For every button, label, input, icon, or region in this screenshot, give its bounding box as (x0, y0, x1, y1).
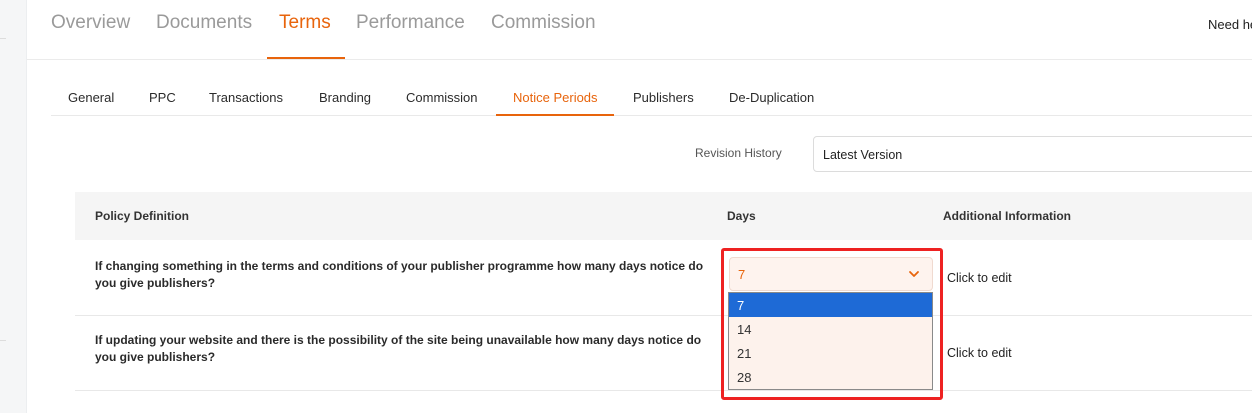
left-rail (0, 0, 26, 413)
top-tab-bar: Overview Documents Terms Performance Com… (27, 0, 1252, 60)
days-option-21[interactable]: 21 (729, 341, 932, 365)
subtab-general[interactable]: General (68, 90, 114, 105)
rail-divider (0, 340, 6, 341)
revision-history-select[interactable]: Latest Version (813, 136, 1252, 172)
active-tab-indicator (267, 57, 345, 59)
table-row: If updating your website and there is th… (75, 316, 1252, 391)
tab-overview[interactable]: Overview (51, 12, 130, 34)
subtab-transactions[interactable]: Transactions (209, 90, 283, 105)
days-option-28[interactable]: 28 (729, 365, 932, 389)
subtab-de-duplication[interactable]: De-Duplication (729, 90, 814, 105)
days-option-14[interactable]: 14 (729, 317, 932, 341)
subtab-commission[interactable]: Commission (406, 90, 478, 105)
tab-terms[interactable]: Terms (279, 12, 331, 34)
sub-tab-bar: General PPC Transactions Branding Commis… (51, 78, 1252, 116)
header-policy-definition: Policy Definition (95, 209, 190, 223)
revision-history-value: Latest Version (823, 148, 903, 162)
additional-info-edit[interactable]: Click to edit (947, 271, 1012, 285)
active-subtab-indicator (496, 114, 614, 116)
subtab-publishers[interactable]: Publishers (633, 90, 694, 105)
policy-question: If updating your website and there is th… (95, 333, 702, 364)
subtab-notice-periods[interactable]: Notice Periods (513, 90, 598, 105)
subtab-ppc[interactable]: PPC (149, 90, 176, 105)
policy-question: If changing something in the terms and c… (95, 259, 704, 290)
additional-info-edit[interactable]: Click to edit (947, 346, 1012, 360)
need-help-link[interactable]: Need he (1208, 17, 1252, 32)
tab-performance[interactable]: Performance (356, 12, 465, 34)
rail-divider (0, 38, 6, 39)
tab-commission[interactable]: Commission (491, 12, 596, 34)
revision-history-label: Revision History (695, 146, 782, 160)
days-dropdown-list: 7 14 21 28 (728, 292, 933, 390)
subtab-branding[interactable]: Branding (319, 90, 371, 105)
days-select-value: 7 (738, 267, 746, 282)
tab-documents[interactable]: Documents (156, 12, 252, 34)
days-select[interactable]: 7 (729, 257, 933, 291)
chevron-down-icon (909, 271, 919, 277)
main-panel: Overview Documents Terms Performance Com… (26, 0, 1252, 413)
table-row: If changing something in the terms and c… (75, 241, 1252, 316)
header-additional-information: Additional Information (943, 209, 1071, 223)
header-days: Days (727, 209, 756, 223)
days-option-7[interactable]: 7 (729, 293, 932, 317)
table-header: Policy Definition Days Additional Inform… (75, 192, 1252, 240)
